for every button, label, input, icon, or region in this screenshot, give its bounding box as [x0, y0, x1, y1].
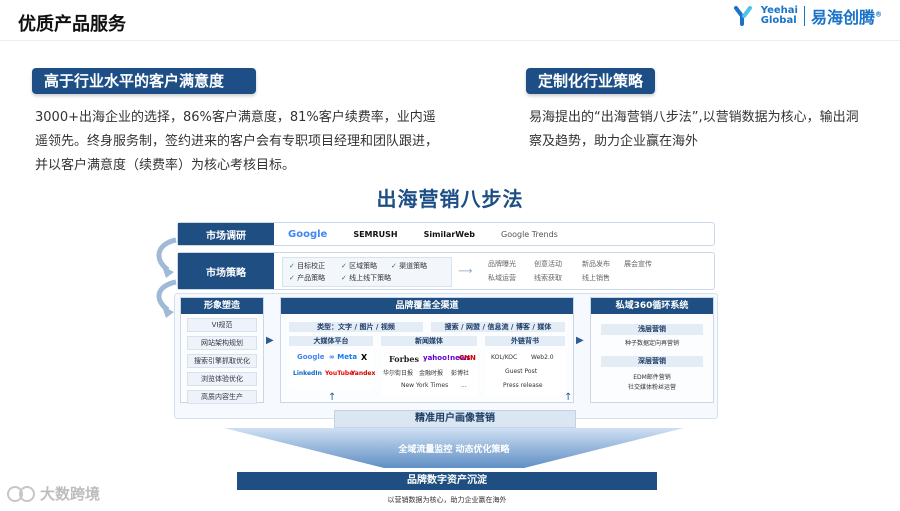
- arrow-right-icon: ▶: [266, 335, 274, 346]
- page-title: 优质产品服务: [18, 14, 126, 35]
- yandex-logo: Yandex: [351, 370, 376, 377]
- header-divider: [0, 40, 900, 41]
- news-logos: Forbes yahoo!news CNN 华尔街日报 金融时报 彭博社 New…: [381, 350, 477, 396]
- watermark: 大数跨境: [6, 482, 100, 504]
- cnn-logo: CNN: [459, 354, 476, 362]
- google-logo: Google: [288, 228, 328, 240]
- wsj-text: 华尔街日报: [383, 370, 414, 377]
- web20-text: Web2.0: [531, 354, 554, 361]
- diagram-title: 出海营销八步法: [376, 187, 524, 211]
- market-strategy-row: 市场策略 ✓ 目标校正 ✓ 区域策略 ✓ 渠道策略 ✓ 产品策略 ✓ 线上线下策…: [177, 252, 715, 290]
- diagram-footer: 以营销数据为核心，助力企业赢在海外: [387, 496, 507, 504]
- brand-logo: Yeehai Global 易海创腾®: [733, 4, 882, 28]
- semrush-logo: SEMRUSH: [353, 229, 398, 239]
- strategy-paragraph: 易海提出的“出海营销八步法”,以营销数据为核心，输出洞察及趋势，助力企业赢在海外: [529, 110, 859, 149]
- google-trends-logo: Google Trends: [501, 229, 558, 239]
- digital-assets-bar: 品牌数字资产沉淀: [237, 472, 657, 490]
- google-logo: Google: [297, 353, 325, 361]
- brand-divider: [803, 6, 805, 26]
- strategy-tag: 定制化行业策略: [526, 68, 656, 94]
- backlink-header: 外链背书: [485, 336, 565, 346]
- satisfaction-paragraph: 3000+出海企业的选择，86%客户满意度，81%客户续费率，业内遥遥领先。终身…: [35, 110, 439, 173]
- strategy-checks: ✓ 目标校正 ✓ 区域策略 ✓ 渠道策略 ✓ 产品策略 ✓ 线上线下策略: [282, 257, 452, 287]
- shallow-marketing-item: 种子数据定向再营销: [624, 340, 679, 347]
- left-item-5: 高质内容生产: [187, 390, 257, 404]
- outcome-5: 私域运营: [488, 274, 516, 282]
- check-target: ✓ 目标校正: [289, 262, 326, 270]
- market-research-row: 市场调研 Google SEMRUSH SimilarWeb Google Tr…: [177, 222, 715, 246]
- linkedin-logo: LinkedIn: [293, 370, 322, 377]
- check-region: ✓ 区域策略: [341, 262, 378, 270]
- omni-channel-panel: 品牌覆盖全渠道 类型：文字 / 图片 / 视频 搜索 / 网盟 / 信息流 / …: [280, 297, 574, 403]
- kol-text: KOL/KOC: [491, 354, 518, 361]
- market-research-label: 市场调研: [178, 223, 274, 245]
- bloomberg-text: 彭博社: [451, 370, 470, 377]
- private-domain-panel: 私域360循环系统 浅层营销 种子数据定向再营销 深层营销 EDM邮件营销 社交…: [590, 297, 714, 403]
- deep-marketing-item-1: EDM邮件营销: [633, 374, 671, 381]
- left-item-2: 网站架构规划: [187, 336, 257, 350]
- shallow-marketing-header: 浅层营销: [601, 324, 703, 335]
- market-strategy-label: 市场策略: [178, 253, 274, 289]
- outcome-6: 线索获取: [534, 274, 562, 282]
- arrow-up-icon: ↑: [328, 392, 337, 403]
- backlink-items: KOL/KOC Web2.0 Guest Post Press release: [485, 350, 565, 396]
- channel-type-bar: 搜索 / 网盟 / 信息流 / 博客 / 媒体: [431, 322, 565, 332]
- watermark-text: 大数跨境: [40, 484, 101, 503]
- big-media-header: 大媒体平台: [289, 336, 373, 346]
- left-item-4: 浏览体验优化: [187, 372, 257, 386]
- outcome-4: 展会宣传: [624, 260, 652, 268]
- watermark-logo-icon: [7, 486, 35, 502]
- nyt-text: New York Times: [401, 382, 449, 389]
- outcome-7: 线上销售: [582, 274, 610, 282]
- big-media-logos: Google ∞ Meta X LinkedIn YouTube Yandex: [289, 350, 376, 390]
- youtube-logo: YouTube: [325, 370, 354, 377]
- private-domain-header: 私域360循环系统: [591, 298, 713, 314]
- outcome-2: 创意活动: [534, 260, 562, 268]
- meta-logo: ∞ Meta: [329, 353, 358, 361]
- news-media-header: 新闻媒体: [381, 336, 477, 346]
- image-building-header: 形象塑造: [181, 298, 263, 314]
- outcome-1: 品牌曝光: [488, 260, 516, 268]
- left-item-1: VI规范: [187, 318, 257, 332]
- check-product: ✓ 产品策略: [289, 274, 326, 282]
- brand-en-line2: Global: [760, 15, 797, 26]
- more-text: ...: [461, 382, 467, 389]
- check-online-offline: ✓ 线上线下策略: [341, 274, 392, 282]
- left-item-3: 搜索引擎抓取优化: [187, 354, 257, 368]
- guest-post-text: Guest Post: [505, 368, 538, 375]
- satisfaction-tag: 高于行业水平的客户满意度: [32, 68, 256, 94]
- press-release-text: Press release: [503, 382, 543, 389]
- arrow-up-icon: ↑: [564, 392, 573, 403]
- forbes-logo: Forbes: [389, 354, 419, 364]
- outcome-3: 新品发布: [582, 260, 610, 268]
- x-logo: X: [361, 353, 368, 362]
- content-type-bar: 类型：文字 / 图片 / 视频: [289, 322, 423, 332]
- deep-marketing-item-2: 社交媒体粉丝运营: [627, 384, 676, 391]
- image-building-panel: 形象塑造 VI规范 网站架构规划 搜索引擎抓取优化 浏览体验优化 高质内容生产: [180, 297, 264, 404]
- deep-marketing-header: 深层营销: [601, 356, 703, 367]
- precise-persona-bar: 精准用户画像营销: [334, 410, 576, 428]
- brand-cn: 易海创腾®: [810, 8, 882, 27]
- funnel-text: 全域流量监控 动态优化策略: [398, 445, 510, 455]
- arrow-right-icon: ⟶: [458, 266, 473, 277]
- arrow-right-icon: ▶: [576, 335, 584, 346]
- similarweb-logo: SimilarWeb: [423, 229, 475, 239]
- ft-text: 金融时报: [419, 370, 444, 377]
- omni-channel-header: 品牌覆盖全渠道: [281, 298, 573, 314]
- check-channel: ✓ 渠道策略: [391, 262, 428, 270]
- yeehai-logo-icon: [733, 5, 755, 27]
